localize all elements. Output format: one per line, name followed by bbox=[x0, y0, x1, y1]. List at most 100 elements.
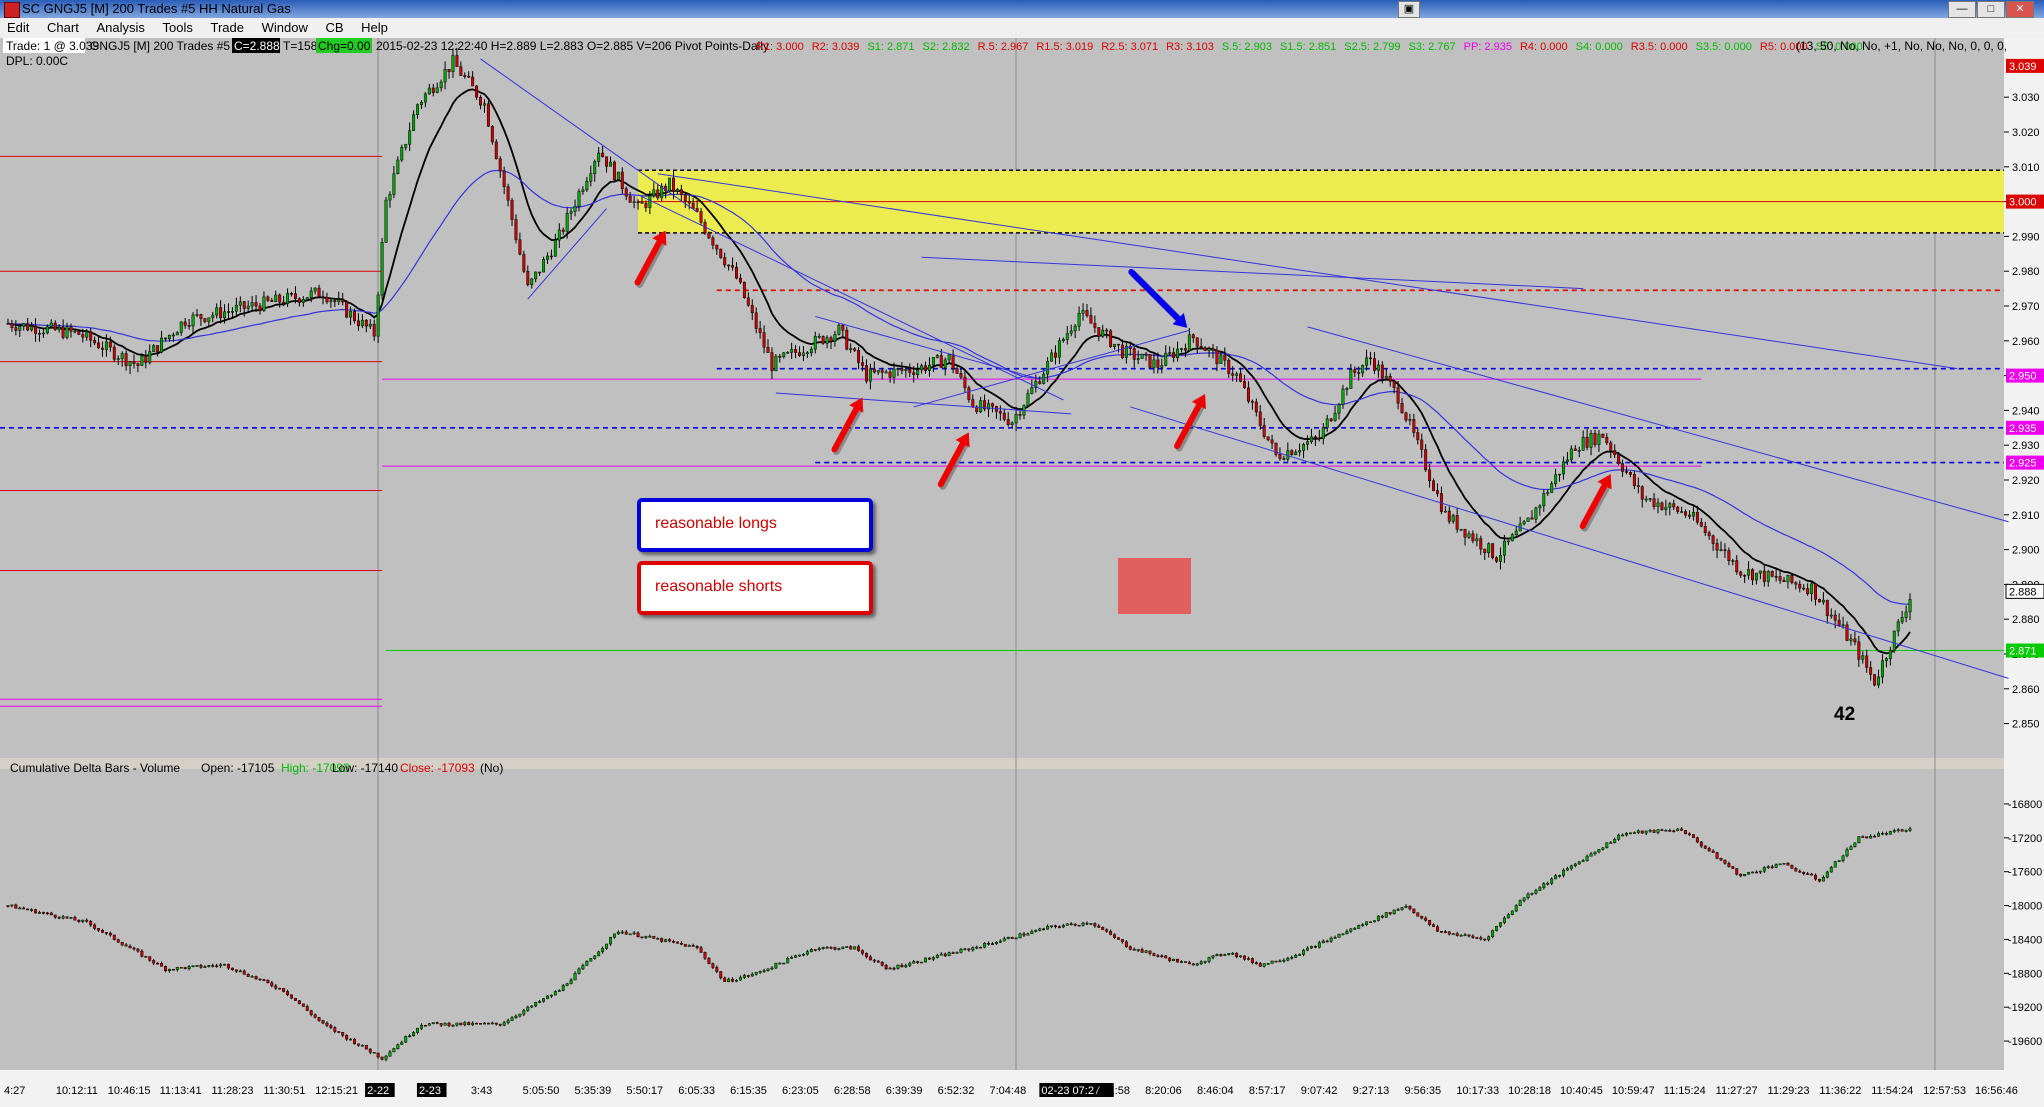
time-tick-label-10: 5:05:50 bbox=[523, 1085, 560, 1097]
delta-candle-body bbox=[774, 962, 778, 969]
delta-candle-body bbox=[1865, 836, 1869, 839]
time-tick-label-5: 11:30:51 bbox=[263, 1085, 305, 1097]
delta-candle-377 bbox=[1491, 929, 1495, 939]
delta-candle-body bbox=[1569, 865, 1573, 869]
delta-candle-body bbox=[959, 948, 963, 953]
delta-candle-body bbox=[353, 1038, 356, 1045]
price-candle-386 bbox=[1526, 517, 1530, 522]
delta-candle-body bbox=[1168, 957, 1172, 961]
price-candle-body bbox=[735, 266, 738, 279]
delta-candle-body bbox=[742, 975, 746, 978]
price-candle-body bbox=[1246, 387, 1250, 402]
price-candle-body bbox=[1018, 414, 1022, 416]
price-candle-body bbox=[908, 369, 912, 373]
delta-candle-body bbox=[1302, 949, 1306, 955]
delta-candle-body bbox=[1136, 949, 1140, 951]
close-icon[interactable]: ✕ bbox=[2006, 1, 2034, 18]
price-candle-body bbox=[1806, 588, 1810, 595]
delta-candle-body bbox=[282, 988, 286, 992]
delta-candle-body bbox=[1857, 836, 1861, 844]
price-candle-body bbox=[238, 301, 242, 306]
price-candle-body bbox=[1810, 583, 1814, 595]
price-candle-body bbox=[1849, 638, 1853, 641]
price-candle-body bbox=[868, 368, 872, 382]
price-candle-body bbox=[1829, 614, 1833, 617]
time-tick-label-31: 10:59:47 bbox=[1612, 1085, 1655, 1097]
price-candle-body bbox=[408, 130, 412, 145]
menu-chart[interactable]: Chart bbox=[40, 18, 86, 35]
delta-candle-body bbox=[715, 967, 719, 972]
price-candle-body bbox=[1081, 310, 1085, 314]
price-tick-label-9: 2.940 bbox=[2012, 405, 2040, 417]
menu-analysis[interactable]: Analysis bbox=[89, 18, 151, 35]
delta-candle-body bbox=[809, 949, 813, 952]
price-candle-body bbox=[1329, 418, 1333, 421]
price-candle-body bbox=[266, 296, 270, 301]
price-candle-body bbox=[1597, 433, 1601, 445]
price-candle-body bbox=[833, 334, 837, 342]
price-tick-label-13: 2.900 bbox=[2012, 545, 2040, 557]
minimize-icon[interactable]: — bbox=[1948, 1, 1976, 18]
delta-candle-body bbox=[573, 973, 577, 981]
chart-area[interactable]: 3.030 3.020 3.010 3.000 2.990 2.980 2.970 2.960… bbox=[0, 38, 2044, 1107]
maximize-icon[interactable]: □ bbox=[1977, 1, 2005, 18]
delta-candle-body bbox=[349, 1038, 353, 1041]
price-candle-body bbox=[30, 325, 34, 331]
delta-candle-body bbox=[983, 942, 987, 948]
price-candle-body bbox=[782, 352, 786, 358]
delta-candle-320 bbox=[1266, 963, 1270, 965]
menu-trade[interactable]: Trade bbox=[203, 18, 250, 35]
delta-candle-body bbox=[719, 971, 723, 979]
delta-candle-115 bbox=[459, 1022, 463, 1026]
delta-candle-body bbox=[286, 991, 290, 995]
delta-candle-body bbox=[392, 1048, 396, 1053]
menu-help[interactable]: Help bbox=[354, 18, 395, 35]
delta-candle-body bbox=[230, 967, 234, 971]
delta-candle-body bbox=[368, 1048, 372, 1053]
pivot-value-5: R1.5: 3.019 bbox=[1036, 41, 1093, 53]
price-candle-body bbox=[719, 248, 723, 258]
delta-candle-body bbox=[1621, 834, 1625, 837]
delta-candle-body bbox=[1014, 937, 1018, 940]
price-candle-body bbox=[801, 352, 805, 356]
restore-icon[interactable]: ▣ bbox=[1398, 1, 1420, 18]
delta-candle-body bbox=[1573, 863, 1577, 867]
menu-cb[interactable]: CB bbox=[318, 18, 350, 35]
price-candle-body bbox=[1510, 534, 1514, 542]
price-candle-body bbox=[786, 352, 790, 354]
delta-candle-body bbox=[108, 932, 112, 936]
menu-edit[interactable]: Edit bbox=[0, 18, 36, 35]
price-candle-body bbox=[912, 372, 916, 376]
delta-candle-142 bbox=[565, 982, 569, 987]
delta-candle-body bbox=[207, 965, 211, 967]
price-candle-body bbox=[349, 311, 353, 318]
price-candle-body bbox=[333, 300, 337, 303]
price-candle-body bbox=[191, 314, 195, 327]
delta-candle-body bbox=[1467, 934, 1471, 937]
delta-candle-body bbox=[1778, 863, 1782, 866]
delta-candle-body bbox=[57, 916, 61, 919]
price-candle-body bbox=[1605, 437, 1609, 444]
delta-candle-body bbox=[1124, 941, 1128, 947]
delta-candle-body bbox=[1628, 832, 1632, 835]
price-candle-body bbox=[1483, 548, 1487, 553]
delta-candle-161 bbox=[640, 936, 644, 939]
delta-candle-body bbox=[475, 1022, 479, 1025]
time-tick-label-11: 5:35:39 bbox=[575, 1085, 612, 1097]
menu-tools[interactable]: Tools bbox=[156, 18, 200, 35]
delta-candle-body bbox=[1152, 953, 1156, 956]
delta-candle-body bbox=[1211, 955, 1215, 958]
price-candle-body bbox=[526, 270, 530, 285]
delta-candle-body bbox=[364, 1044, 368, 1050]
delta-candle-428 bbox=[1691, 834, 1695, 838]
delta-candle-body bbox=[1235, 952, 1239, 958]
delta-candle-body bbox=[1617, 834, 1621, 840]
time-tick-label-2: 10:46:15 bbox=[108, 1085, 151, 1097]
price-candle-body bbox=[1105, 329, 1109, 332]
price-candle-body bbox=[1821, 599, 1825, 603]
price-candle-body bbox=[372, 323, 376, 337]
delta-candle-body bbox=[762, 970, 766, 972]
delta-candle-body bbox=[1735, 868, 1739, 875]
menu-window[interactable]: Window bbox=[255, 18, 315, 35]
price-candle-body bbox=[1361, 365, 1365, 374]
